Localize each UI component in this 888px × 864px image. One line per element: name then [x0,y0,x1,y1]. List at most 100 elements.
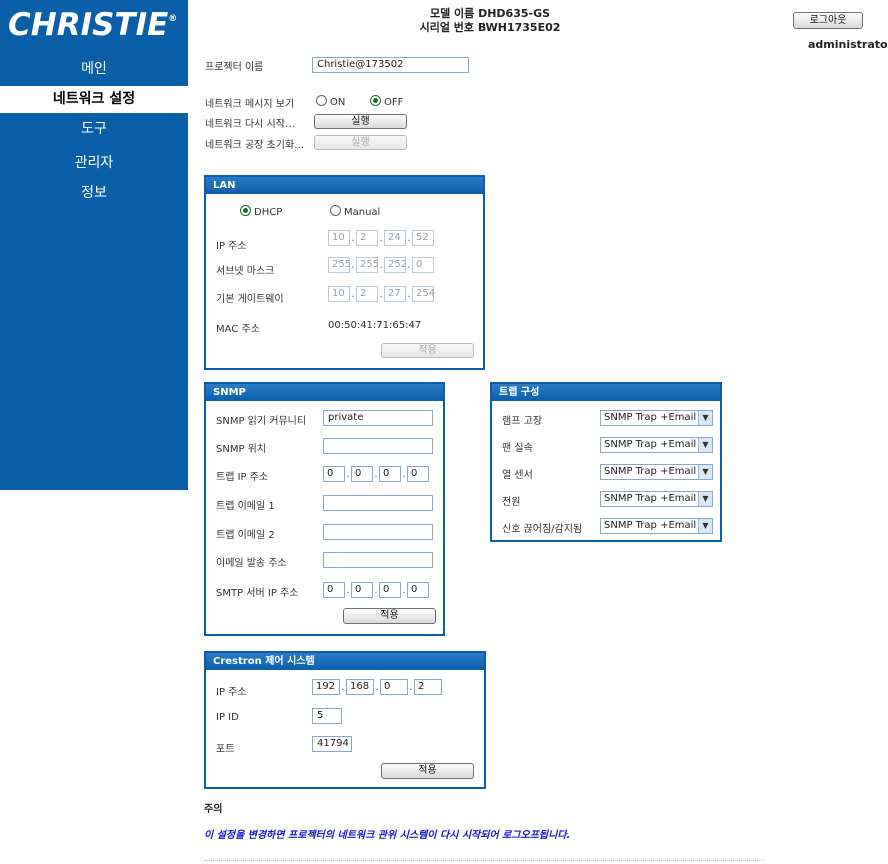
lan-panel-title: LAN [206,177,483,194]
network-message-label: 네트워크 메시지 보기 [205,99,295,110]
ip-octet[interactable]: 0 [380,679,408,695]
ip-octet[interactable]: 10 [328,230,350,246]
crestron-ip-field[interactable]: 192. 168. 0. 2 [312,679,442,695]
chevron-down-icon: ▼ [698,438,712,452]
trap-email-2-label: 트랩 이메일 2 [216,530,275,541]
trap-fan-select[interactable]: SNMP Trap +Email ▼ [600,437,713,453]
trap-power-select[interactable]: SNMP Trap +Email ▼ [600,491,713,507]
network-message-on-radio[interactable]: ON [316,95,345,108]
trap-ip-field[interactable]: 0. 0. 0. 0 [323,466,429,482]
gateway-field[interactable]: 10. 2. 27. 254 [328,286,435,302]
ip-octet[interactable]: 0 [323,582,345,598]
trap-config-title: 트랩 구성 [492,384,720,401]
trap-row-label: 전원 [502,497,521,508]
radio-on-icon [240,205,251,216]
ip-octet[interactable]: 252 [384,257,407,273]
ip-octet[interactable]: 27 [384,286,406,302]
trap-row-label: 신호 끊어짐/감지됨 [502,524,583,535]
ip-octet[interactable]: 0 [351,466,373,482]
radio-off-icon [330,205,341,216]
smtp-ip-label: SMTP 서버 IP 주소 [216,588,299,599]
snmp-read-community-label: SNMP 읽기 커뮤니티 [216,416,307,427]
ip-octet[interactable]: 0 [351,582,373,598]
model-name: 모델 이름 DHD635-GS [429,7,551,20]
mac-value: 00:50:41:71:65:47 [328,320,422,331]
ip-octet[interactable]: 255 [328,257,351,273]
network-message-off-radio[interactable]: OFF [370,95,403,108]
lan-ip-label: IP 주소 [216,241,247,252]
ip-octet[interactable]: 2 [356,286,378,302]
sender-email-label: 이메일 발송 주소 [216,558,287,569]
sidebar-item-admin[interactable]: 관리자 [0,150,188,177]
manual-radio[interactable]: Manual [330,205,380,218]
network-restart-button[interactable]: 실행 [314,114,407,129]
ip-octet[interactable]: 2 [356,230,378,246]
serial-number: 시리얼 번호 BWH1735E02 [419,21,561,34]
model-info: 모델 이름 DHD635-GS 시리얼 번호 BWH1735E02 [380,7,600,35]
sidebar-item-tools[interactable]: 도구 [0,116,188,143]
trap-thermal-select[interactable]: SNMP Trap +Email ▼ [600,464,713,480]
crestron-ipid-label: IP ID [216,712,239,723]
ip-octet[interactable]: 192 [312,679,340,695]
trap-row-label: 열 센서 [502,470,533,481]
ip-octet[interactable]: 0 [379,582,401,598]
ip-octet[interactable]: 10 [328,286,350,302]
trap-row-label: 램프 고장 [502,416,542,427]
ip-octet[interactable]: 52 [412,230,434,246]
sender-email-input[interactable] [323,552,433,568]
mac-label: MAC 주소 [216,324,260,335]
chevron-down-icon: ▼ [698,411,712,425]
ip-octet[interactable]: 0 [412,257,434,273]
ip-octet[interactable]: 168 [346,679,374,695]
trap-email-1-label: 트랩 이메일 1 [216,501,275,512]
ip-octet[interactable]: 255 [356,257,379,273]
network-factory-reset-label: 네트워크 공장 초기화… [205,140,305,151]
username: administrator [808,38,888,51]
crestron-apply-button[interactable]: 적용 [381,763,474,779]
gateway-label: 기본 게이트웨이 [216,294,284,305]
snmp-location-label: SNMP 위치 [216,444,267,455]
network-factory-reset-button[interactable]: 실행 [314,135,407,150]
sidebar-item-info[interactable]: 정보 [0,180,188,207]
ip-octet[interactable]: 0 [407,582,429,598]
trap-signal-select[interactable]: SNMP Trap +Email ▼ [600,518,713,534]
smtp-ip-field[interactable]: 0. 0. 0. 0 [323,582,429,598]
projector-name-label: 프로젝터 이름 [205,62,264,73]
lan-apply-button[interactable]: 적용 [381,343,474,358]
snmp-panel-title: SNMP [206,384,443,401]
ip-octet[interactable]: 2 [414,679,442,695]
chevron-down-icon: ▼ [698,492,712,506]
snmp-location-input[interactable] [323,438,433,454]
chevron-down-icon: ▼ [698,519,712,533]
crestron-ip-label: IP 주소 [216,687,247,698]
projector-name-input[interactable]: Christie@173502 [312,57,469,73]
christie-logo: CHRISTIE® [0,0,188,50]
divider [204,860,764,861]
crestron-port-input[interactable]: 41794 [312,736,352,752]
trap-row-label: 팬 실속 [502,443,533,454]
sidebar-item-network-settings[interactable]: 네트워크 설정 [0,86,188,113]
dhcp-radio[interactable]: DHCP [240,205,282,218]
trap-lamp-select[interactable]: SNMP Trap +Email ▼ [600,410,713,426]
ip-octet[interactable]: 24 [384,230,406,246]
logout-button[interactable]: 로그아웃 [793,12,863,29]
ip-octet[interactable]: 0 [323,466,345,482]
snmp-read-community-input[interactable]: private [323,410,433,426]
ip-octet[interactable]: 0 [379,466,401,482]
crestron-ipid-input[interactable]: 5 [312,708,342,724]
subnet-field[interactable]: 255. 255. 252. 0 [328,257,434,273]
chevron-down-icon: ▼ [698,465,712,479]
crestron-panel-title: Crestron 제어 시스템 [206,653,484,670]
snmp-apply-button[interactable]: 적용 [343,608,436,624]
subnet-label: 서브넷 마스크 [216,266,275,277]
sidebar-item-main[interactable]: 메인 [0,56,188,83]
note-heading: 주의 [204,804,223,815]
trap-email-2-input[interactable] [323,524,433,540]
ip-octet[interactable]: 254 [412,286,435,302]
ip-octet[interactable]: 0 [407,466,429,482]
lan-ip-field[interactable]: 10. 2. 24. 52 [328,230,434,246]
trap-email-1-input[interactable] [323,495,433,511]
radio-on-icon [370,95,381,106]
trap-ip-label: 트랩 IP 주소 [216,472,269,483]
radio-off-icon [316,95,327,106]
